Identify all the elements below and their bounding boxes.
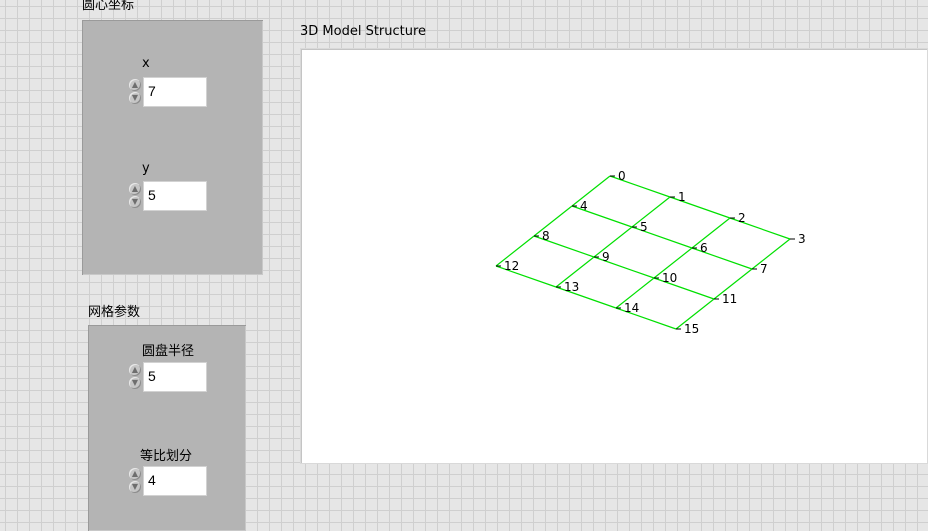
radius-numeric-control[interactable]: ▲ ▼ 5 [128, 363, 208, 391]
mesh-edge [751, 238, 791, 270]
node-label: 0 [618, 169, 626, 183]
radius-spinner[interactable]: ▲ ▼ [128, 364, 142, 390]
spin-down-icon[interactable]: ▼ [129, 92, 141, 104]
node-label: 6 [700, 241, 708, 255]
node-label: 8 [542, 229, 550, 243]
node-label: 5 [640, 220, 648, 234]
node-label: 11 [722, 292, 737, 306]
mesh-plot: 0123456789101112131415 [495, 169, 806, 336]
x-numeric-control[interactable]: ▲ ▼ 7 [128, 78, 208, 106]
x-value: 7 [148, 83, 156, 99]
spin-down-icon[interactable]: ▼ [129, 377, 141, 389]
y-spinner[interactable]: ▲ ▼ [128, 183, 142, 209]
mesh-edge [533, 205, 573, 237]
divisions-label: 等比划分 [140, 449, 193, 464]
center-group-title: 圆心坐标 [82, 0, 135, 13]
mesh-group-title: 网格参数 [88, 305, 141, 320]
spin-up-icon[interactable]: ▲ [129, 79, 141, 91]
mesh-edge [691, 217, 731, 249]
spin-up-icon[interactable]: ▲ [129, 468, 141, 480]
y-value: 5 [148, 187, 156, 203]
node-label: 1 [678, 190, 686, 204]
divisions-spinner[interactable]: ▲ ▼ [128, 468, 142, 494]
x-label: x [142, 56, 150, 71]
node-label: 12 [504, 259, 519, 273]
spin-down-icon[interactable]: ▼ [129, 481, 141, 493]
radius-value: 5 [148, 368, 156, 384]
divisions-numeric-control[interactable]: ▲ ▼ 4 [128, 467, 208, 495]
center-group-panel [82, 20, 263, 275]
y-numeric-control[interactable]: ▲ ▼ 5 [128, 182, 208, 210]
node-label: 4 [580, 199, 588, 213]
divisions-value: 4 [148, 472, 156, 488]
x-spinner[interactable]: ▲ ▼ [128, 79, 142, 105]
node-label: 13 [564, 280, 579, 294]
mesh-edge [593, 226, 633, 258]
node-label: 3 [798, 232, 806, 246]
radius-label: 圆盘半径 [142, 344, 195, 359]
radius-field[interactable]: 5 [144, 363, 206, 391]
divisions-field[interactable]: 4 [144, 467, 206, 495]
node-label: 9 [602, 250, 610, 264]
graph-title: 3D Model Structure [300, 24, 427, 39]
spin-down-icon[interactable]: ▼ [129, 196, 141, 208]
3d-model-graph[interactable]: 0 1 2 3 4 5 6 7 8 9 10 11 12 13 14 15 [300, 48, 928, 464]
node-label: 14 [624, 301, 639, 315]
node-label: 15 [684, 322, 699, 336]
node-label: 7 [760, 262, 768, 276]
node-label: 2 [738, 211, 746, 225]
spin-up-icon[interactable]: ▲ [129, 364, 141, 376]
x-field[interactable]: 7 [144, 78, 206, 106]
y-label: y [142, 161, 150, 176]
y-field[interactable]: 5 [144, 182, 206, 210]
node-label: 10 [662, 271, 677, 285]
mesh-edge [631, 196, 671, 228]
mesh-edge [571, 175, 611, 207]
spin-up-icon[interactable]: ▲ [129, 183, 141, 195]
